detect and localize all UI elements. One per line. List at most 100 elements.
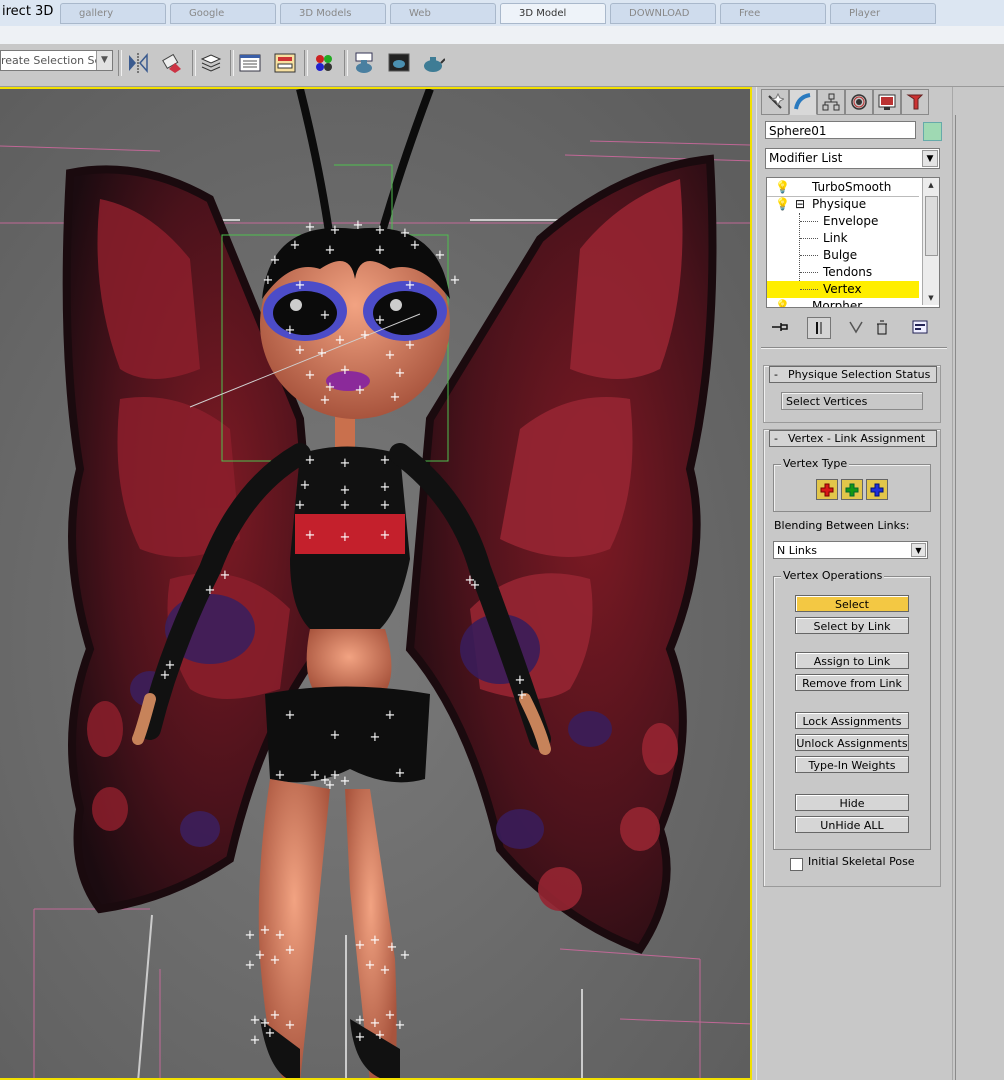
object-name-field[interactable]: Sphere01 <box>765 121 916 139</box>
tab-4-active[interactable]: 3D Model <box>500 3 606 24</box>
tab-1[interactable]: Google <box>170 3 276 24</box>
svg-text:+: + <box>265 1026 276 1041</box>
svg-text:+: + <box>340 498 351 513</box>
hide-button[interactable]: Hide <box>795 794 909 811</box>
remove-modifier-icon[interactable] <box>871 317 893 337</box>
modifier-list-label: Modifier List <box>769 151 843 165</box>
svg-text:+: + <box>355 1030 366 1045</box>
scroll-thumb[interactable] <box>925 196 938 256</box>
type-in-weights-button[interactable]: Type-In Weights <box>795 756 909 773</box>
show-end-result-icon[interactable] <box>807 317 831 339</box>
track-view-icon[interactable] <box>237 50 263 76</box>
right-panel-inner <box>955 115 1004 1080</box>
modify-tab-icon[interactable] <box>789 89 817 115</box>
vertex-type-root-button[interactable] <box>866 479 888 500</box>
vertex-link-assignment-title[interactable]: - Vertex - Link Assignment <box>769 430 937 447</box>
svg-text:+: + <box>335 333 346 348</box>
modifier-list-dropdown[interactable]: Modifier List ▼ <box>765 148 940 169</box>
svg-text:+: + <box>395 766 406 781</box>
svg-text:+: + <box>375 243 386 258</box>
tab-0[interactable]: gallery <box>60 3 166 24</box>
svg-text:+: + <box>270 953 281 968</box>
unlock-assignments-button[interactable]: Unlock Assignments <box>795 734 909 751</box>
rollout-collapse-icon[interactable]: - <box>774 367 778 382</box>
rollout-collapse-icon[interactable]: - <box>774 431 778 446</box>
panel-divider <box>761 347 947 349</box>
tab-7[interactable]: Player <box>830 3 936 24</box>
initial-skeletal-pose-checkbox[interactable] <box>790 858 803 871</box>
blending-dropdown[interactable]: N Links ▼ <box>773 541 928 559</box>
assign-to-link-button[interactable]: Assign to Link <box>795 652 909 669</box>
stack-scrollbar[interactable]: ▲ ▼ <box>922 178 939 305</box>
quick-render-icon[interactable] <box>420 50 446 76</box>
configure-modifier-sets-icon[interactable] <box>909 317 931 337</box>
material-editor-icon[interactable] <box>311 50 337 76</box>
select-button[interactable]: Select <box>795 595 909 612</box>
lightbulb-icon[interactable]: 💡 <box>775 196 790 213</box>
layer-manager-icon[interactable] <box>198 50 224 76</box>
lightbulb-icon[interactable]: 💡 <box>775 179 790 196</box>
svg-text:+: + <box>340 483 351 498</box>
svg-text:+: + <box>390 390 401 405</box>
schematic-view-icon[interactable] <box>272 50 298 76</box>
svg-text:+: + <box>305 453 316 468</box>
svg-text:+: + <box>317 346 328 361</box>
stack-item-tendons[interactable]: Tendons <box>767 264 919 281</box>
svg-text:+: + <box>305 368 316 383</box>
tab-6[interactable]: Free <box>720 3 826 24</box>
mirror-icon[interactable] <box>125 50 151 76</box>
svg-text:+: + <box>470 578 481 593</box>
utilities-tab-icon[interactable] <box>901 89 929 115</box>
display-tab-icon[interactable] <box>873 89 901 115</box>
stack-item-label: TurboSmooth <box>812 180 892 194</box>
create-tab-icon[interactable] <box>761 89 789 115</box>
pin-stack-icon[interactable] <box>769 317 791 337</box>
stack-item-bulge[interactable]: Bulge <box>767 247 919 264</box>
chevron-down-icon[interactable]: ▼ <box>96 51 112 70</box>
object-color-swatch[interactable] <box>923 122 942 141</box>
named-selection-set-dropdown[interactable]: reate Selection Set ▼ <box>0 50 113 71</box>
make-unique-icon[interactable] <box>845 317 867 337</box>
remove-from-link-button[interactable]: Remove from Link <box>795 674 909 691</box>
svg-text:+: + <box>250 1033 261 1048</box>
render-setup-icon[interactable] <box>351 50 377 76</box>
svg-text:+: + <box>340 456 351 471</box>
vertex-type-rigid-button[interactable] <box>816 479 838 500</box>
modifier-stack[interactable]: 💡 TurboSmooth 💡 ⊟ Physique Envelope Link… <box>766 177 940 308</box>
motion-tab-icon[interactable] <box>845 89 873 115</box>
svg-text:+: + <box>355 383 366 398</box>
svg-text:+: + <box>295 278 306 293</box>
stack-item-physique[interactable]: 💡 ⊟ Physique <box>767 196 919 213</box>
svg-text:+: + <box>387 940 398 955</box>
stack-item-envelope[interactable]: Envelope <box>767 213 919 230</box>
tab-2[interactable]: 3D Models <box>280 3 386 24</box>
perspective-viewport[interactable]: + + + + + + + + + + + + + + + + + + + + + + + + + + + + + + + +… <box>0 87 752 1080</box>
svg-text:+: + <box>380 453 391 468</box>
lock-assignments-button[interactable]: Lock Assignments <box>795 712 909 729</box>
tab-3[interactable]: Web <box>390 3 496 24</box>
scroll-up-icon[interactable]: ▲ <box>923 178 939 192</box>
scroll-down-icon[interactable]: ▼ <box>923 291 939 305</box>
select-by-link-button[interactable]: Select by Link <box>795 617 909 634</box>
hierarchy-tab-icon[interactable] <box>817 89 845 115</box>
tab-5[interactable]: DOWNLOAD <box>610 3 716 24</box>
stack-item-link[interactable]: Link <box>767 230 919 247</box>
stack-item-label: Morpher <box>812 299 863 308</box>
chevron-down-icon[interactable]: ▼ <box>911 543 926 557</box>
stack-item-vertex[interactable]: Vertex <box>767 281 919 298</box>
svg-text:+: + <box>275 928 286 943</box>
svg-text:+: + <box>370 933 381 948</box>
rendered-frame-icon[interactable] <box>386 50 412 76</box>
align-icon[interactable] <box>158 50 184 76</box>
physique-selection-status-title[interactable]: - Physique Selection Status <box>769 366 937 383</box>
collapse-icon[interactable]: ⊟ <box>795 196 805 213</box>
stack-item-turbosmooth[interactable]: 💡 TurboSmooth <box>767 179 919 196</box>
selection-status-field: Select Vertices <box>781 392 923 410</box>
svg-text:+: + <box>450 273 461 288</box>
stack-item-morpher[interactable]: 💡 Morpher <box>767 298 919 308</box>
svg-text:+: + <box>375 1028 386 1043</box>
unhide-all-button[interactable]: UnHide ALL <box>795 816 909 833</box>
vertex-type-deformable-button[interactable] <box>841 479 863 500</box>
chevron-down-icon[interactable]: ▼ <box>922 150 938 167</box>
lightbulb-icon[interactable]: 💡 <box>775 298 790 307</box>
